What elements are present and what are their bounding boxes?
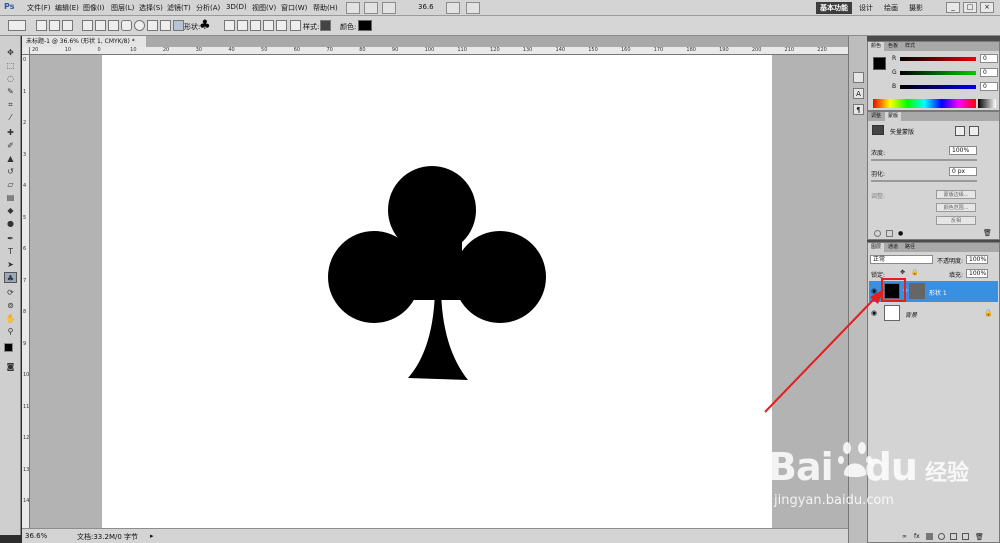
baidu-paw-icon (838, 442, 872, 477)
watermark-cn: 经验 (925, 461, 970, 486)
watermark-url: jingyan.baidu.com (774, 493, 894, 508)
